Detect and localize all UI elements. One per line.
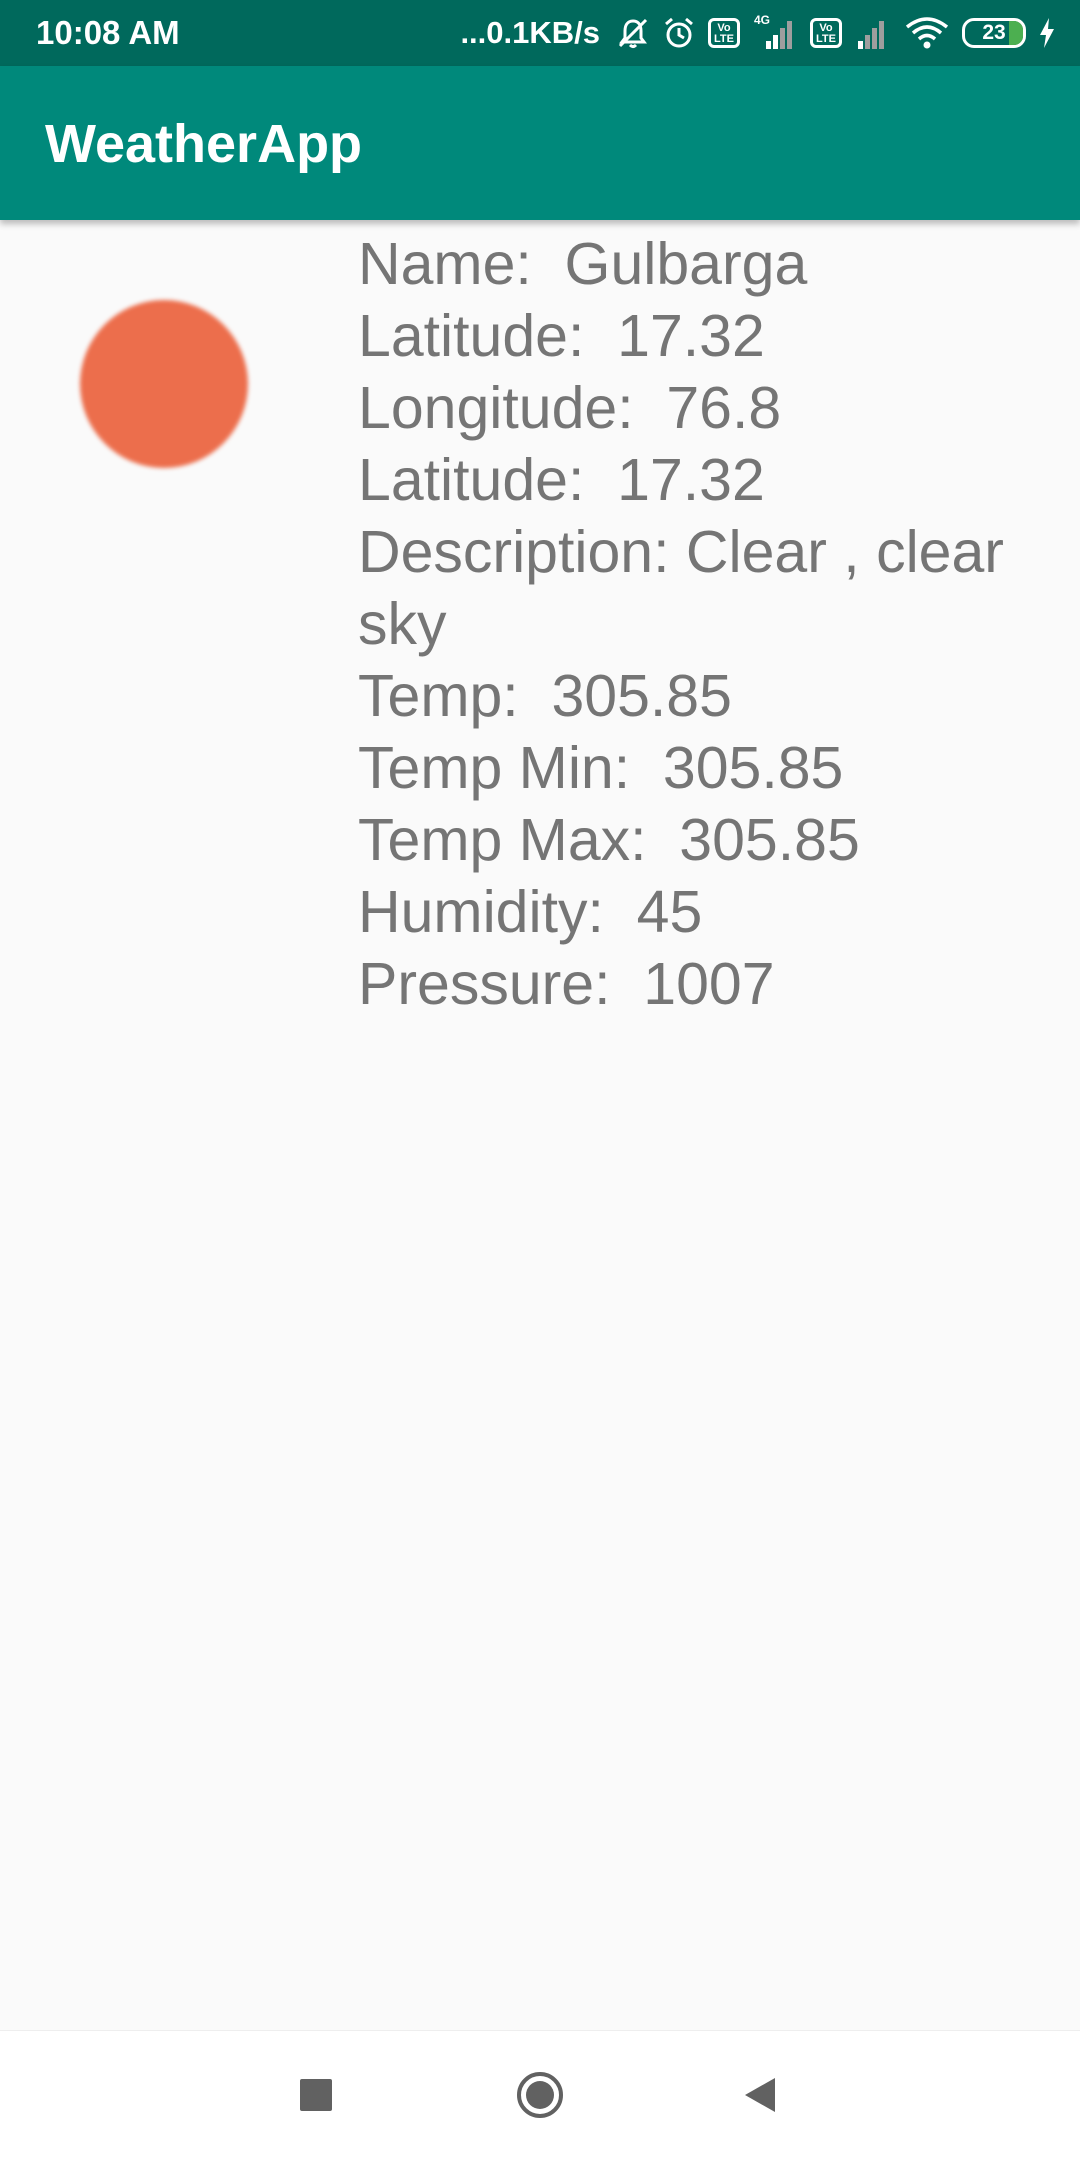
info-pressure: Pressure: 1007 [358, 951, 775, 1017]
status-time: 10:08 AM [36, 14, 180, 51]
volte-icon: Vo LTE [810, 18, 842, 48]
alarm-icon [662, 16, 696, 50]
info-temp: Temp: 305.85 [358, 663, 732, 729]
navigation-bar [0, 2030, 1080, 2160]
home-icon [515, 2070, 565, 2125]
info-name: Name: Gulbarga [358, 231, 808, 297]
home-button[interactable] [502, 2059, 578, 2135]
back-icon [742, 2076, 778, 2119]
info-temp-max: Temp Max: 305.85 [358, 807, 860, 873]
network-speed: ...0.1KB/s [460, 15, 600, 50]
recent-apps-icon [298, 2077, 334, 2118]
weather-info-list: Name: Gulbarga Latitude: 17.32 Longitude… [358, 228, 1048, 1020]
battery-icon: 23 [962, 18, 1026, 48]
weather-condition-icon [80, 300, 248, 468]
info-temp-min: Temp Min: 305.85 [358, 735, 844, 801]
wifi-icon [904, 15, 950, 51]
charging-icon [1038, 17, 1056, 49]
status-icons: ...0.1KB/s Vo LTE 4G Vo LTE 23 [460, 8, 1056, 58]
info-longitude: Longitude: 76.8 [358, 375, 782, 441]
signal-icon [854, 15, 892, 51]
info-humidity: Humidity: 45 [358, 879, 703, 945]
info-latitude: Latitude: 17.32 [358, 303, 765, 369]
dnd-off-icon [616, 16, 650, 50]
battery-level-fill [1009, 21, 1023, 45]
battery-level: 23 [982, 21, 1006, 44]
back-button[interactable] [722, 2059, 798, 2135]
signal-icon: 4G [752, 13, 798, 51]
info-description: Description: Clear , clear sky [358, 519, 1021, 657]
app-title: WeatherApp [45, 114, 363, 174]
app-bar: WeatherApp [0, 66, 1080, 220]
status-bar: 10:08 AM ...0.1KB/s Vo LTE 4G Vo LTE 23 [0, 0, 1080, 66]
recent-apps-button[interactable] [278, 2059, 354, 2135]
info-latitude-repeat: Latitude: 17.32 [358, 447, 765, 513]
screen: 10:08 AM ...0.1KB/s Vo LTE 4G Vo LTE 23 … [0, 0, 1080, 2160]
volte-icon: Vo LTE [708, 18, 740, 48]
